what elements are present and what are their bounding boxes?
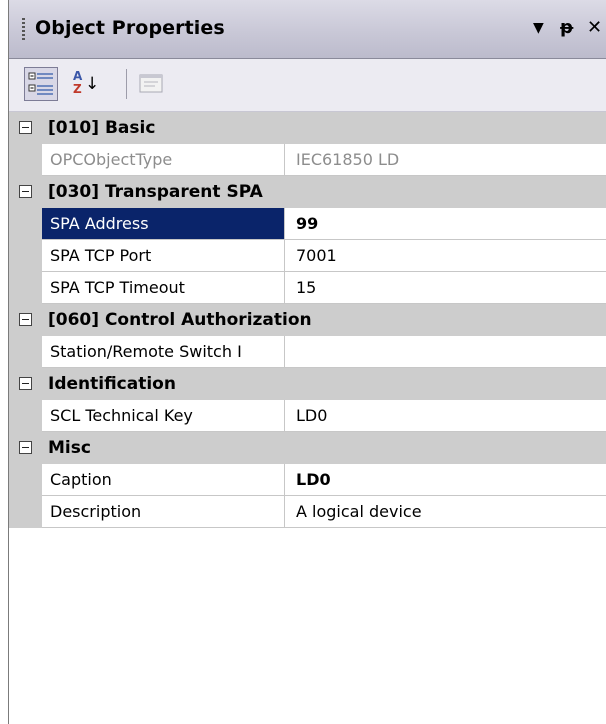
row-margin: [9, 400, 42, 432]
row-margin: [9, 496, 42, 528]
collapse-icon[interactable]: [19, 377, 32, 390]
property-row[interactable]: Station/Remote Switch I: [9, 336, 606, 368]
row-margin: [9, 272, 42, 304]
property-pages-button[interactable]: [135, 67, 169, 101]
property-row[interactable]: SCL Technical Key LD0: [9, 400, 606, 432]
category-row[interactable]: Identification: [9, 368, 606, 400]
sort-down-arrow-icon: ↓: [85, 74, 100, 94]
category-row[interactable]: [030] Transparent SPA: [9, 176, 606, 208]
category-label: [010] Basic: [48, 118, 156, 138]
category-label: Identification: [48, 374, 176, 394]
property-name[interactable]: Caption: [42, 464, 285, 495]
property-name[interactable]: OPCObjectType: [42, 144, 285, 175]
property-pages-icon: [139, 74, 163, 93]
property-toolbar: A Z ↓: [9, 59, 606, 112]
row-margin: [9, 464, 42, 496]
property-value[interactable]: LD0: [286, 400, 606, 431]
collapse-icon[interactable]: [19, 185, 32, 198]
property-row[interactable]: SPA Address 99: [9, 208, 606, 240]
category-row[interactable]: [060] Control Authorization: [9, 304, 606, 336]
panel-titlebar[interactable]: Object Properties ▼ ᵽ ✕: [9, 0, 606, 59]
row-margin: [9, 240, 42, 272]
property-name[interactable]: Station/Remote Switch I: [42, 336, 285, 367]
sort-az-letter-a: A: [73, 69, 83, 83]
toolbar-separator: [126, 69, 127, 99]
category-label: Misc: [48, 438, 91, 458]
category-row[interactable]: [010] Basic: [9, 112, 606, 144]
category-label: [060] Control Authorization: [48, 310, 312, 330]
property-row[interactable]: Description A logical device: [9, 496, 606, 528]
property-name[interactable]: SCL Technical Key: [42, 400, 285, 431]
property-name[interactable]: Description: [42, 496, 285, 527]
property-value[interactable]: 15: [286, 272, 606, 303]
property-row[interactable]: Caption LD0: [9, 464, 606, 496]
object-properties-panel: Object Properties ▼ ᵽ ✕ A Z ↓ [010] Basi…: [0, 0, 606, 724]
property-grid: [010] Basic OPCObjectType IEC61850 LD [030]…: [9, 112, 606, 528]
drag-grip-icon[interactable]: [22, 18, 25, 42]
dropdown-arrow-icon[interactable]: ▼: [533, 14, 544, 42]
property-name[interactable]: SPA Address: [42, 208, 285, 239]
property-value[interactable]: 7001: [286, 240, 606, 271]
row-margin: [9, 144, 42, 176]
row-margin: [9, 336, 42, 368]
categorized-icon: [28, 72, 53, 95]
property-row[interactable]: OPCObjectType IEC61850 LD: [9, 144, 606, 176]
categorized-button[interactable]: [24, 67, 58, 101]
alphabetical-button[interactable]: A Z ↓: [69, 67, 103, 101]
row-margin: [9, 208, 42, 240]
property-value[interactable]: 99: [286, 208, 606, 239]
collapse-icon[interactable]: [19, 441, 32, 454]
panel-title: Object Properties: [35, 17, 225, 39]
sort-az-letter-z: Z: [73, 82, 82, 96]
collapse-icon[interactable]: [19, 121, 32, 134]
property-name[interactable]: SPA TCP Port: [42, 240, 285, 271]
collapse-icon[interactable]: [19, 313, 32, 326]
pin-icon[interactable]: ᵽ: [560, 14, 573, 42]
property-name[interactable]: SPA TCP Timeout: [42, 272, 285, 303]
category-label: [030] Transparent SPA: [48, 182, 263, 202]
sort-az-icon: A Z ↓: [73, 69, 101, 99]
property-value: IEC61850 LD: [296, 150, 400, 169]
property-row[interactable]: SPA TCP Port 7001: [9, 240, 606, 272]
category-row[interactable]: Misc: [9, 432, 606, 464]
close-icon[interactable]: ✕: [587, 14, 602, 42]
property-value[interactable]: [286, 336, 606, 367]
property-value[interactable]: A logical device: [286, 496, 606, 527]
property-value[interactable]: LD0: [286, 464, 606, 495]
property-row[interactable]: SPA TCP Timeout 15: [9, 272, 606, 304]
